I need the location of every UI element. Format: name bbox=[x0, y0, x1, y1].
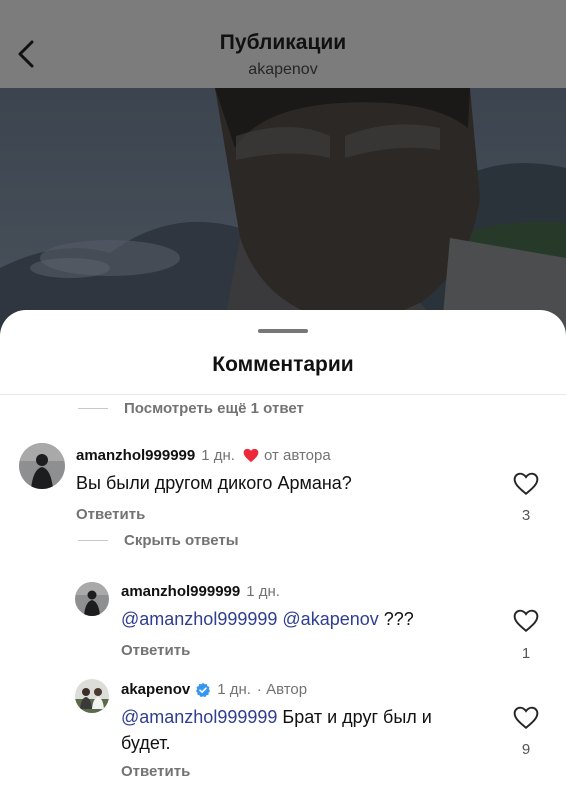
heart-filled-icon bbox=[243, 448, 259, 463]
comment-text: Вы были другом дикого Армана? bbox=[76, 473, 352, 493]
divider bbox=[0, 394, 566, 395]
sheet-title: Комментарии bbox=[212, 353, 354, 376]
hide-replies-button[interactable]: Скрыть ответы bbox=[78, 532, 239, 549]
reply-time: 1 дн. bbox=[246, 583, 280, 600]
top-nav-bar: Публикации akapenov bbox=[0, 0, 566, 88]
heart-outline-icon bbox=[513, 706, 539, 730]
verified-badge-icon bbox=[195, 682, 211, 698]
reply-text-line: @amanzhol999999 Брат и друг был и bbox=[121, 704, 432, 730]
reply-username[interactable]: akapenov bbox=[121, 681, 190, 698]
comment-username[interactable]: amanzhol999999 bbox=[76, 447, 195, 464]
comments-sheet: Комментарии Посмотреть ещё 1 ответ amanz… bbox=[0, 310, 566, 810]
liked-by-author: от автора bbox=[239, 447, 331, 464]
reply-button[interactable]: Ответить bbox=[76, 506, 145, 523]
comment-meta: amanzhol999999 1 дн. от автора bbox=[76, 447, 331, 464]
mention-link[interactable]: @amanzhol999999 bbox=[121, 609, 277, 629]
avatar[interactable] bbox=[75, 679, 109, 713]
author-tag: · Автор bbox=[256, 681, 308, 698]
like-button[interactable] bbox=[511, 607, 541, 635]
reply-meta: akapenov 1 дн. · Автор bbox=[121, 681, 307, 698]
mention-link[interactable]: @amanzhol999999 bbox=[121, 707, 277, 727]
view-more-replies-label: Посмотреть ещё 1 ответ bbox=[124, 400, 304, 417]
post-photo bbox=[0, 88, 566, 348]
comment-time: 1 дн. bbox=[201, 447, 235, 464]
replies-line bbox=[78, 408, 108, 409]
like-count: 1 bbox=[521, 645, 531, 662]
avatar[interactable] bbox=[75, 582, 109, 616]
view-more-replies-button[interactable]: Посмотреть ещё 1 ответ bbox=[78, 400, 304, 417]
author-liked-label: от автора bbox=[263, 447, 331, 464]
reply-text-body: ??? bbox=[383, 609, 414, 629]
like-count: 9 bbox=[521, 741, 531, 758]
heart-outline-icon bbox=[513, 472, 539, 496]
mention-link[interactable]: @akapenov bbox=[282, 609, 378, 629]
like-button[interactable] bbox=[511, 470, 541, 498]
reply-button[interactable]: Ответить bbox=[121, 642, 190, 659]
hide-replies-label: Скрыть ответы bbox=[124, 532, 239, 549]
sheet-grabber[interactable] bbox=[258, 329, 308, 333]
reply-text: @amanzhol999999 Брат и друг был и будет. bbox=[121, 704, 432, 756]
reply-button[interactable]: Ответить bbox=[121, 763, 190, 780]
reply-time: 1 дн. bbox=[217, 681, 251, 698]
reply-username[interactable]: amanzhol999999 bbox=[121, 583, 240, 600]
heart-outline-icon bbox=[513, 609, 539, 633]
avatar[interactable] bbox=[19, 443, 65, 489]
page-title: Публикации bbox=[219, 31, 347, 54]
page-subtitle-username: akapenov bbox=[248, 61, 318, 78]
reply-text: @amanzhol999999 @akapenov ??? bbox=[121, 606, 414, 632]
reply-meta: amanzhol999999 1 дн. bbox=[121, 583, 280, 600]
replies-line bbox=[78, 540, 108, 541]
like-button[interactable] bbox=[511, 704, 541, 732]
reply-text-body: Брат и друг был и bbox=[282, 707, 432, 727]
like-count: 3 bbox=[521, 507, 531, 524]
reply-text-line: будет. bbox=[121, 733, 171, 753]
